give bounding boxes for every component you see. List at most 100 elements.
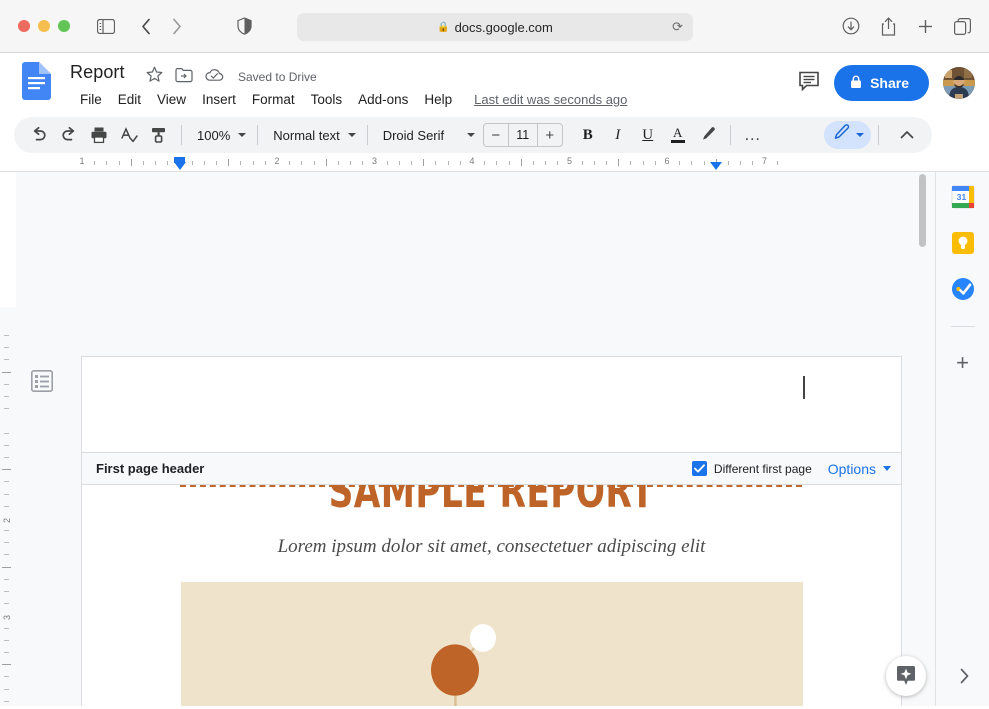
reload-icon[interactable]: ⟳ — [672, 19, 683, 35]
font-size-stepper: − 11 + — [483, 123, 563, 147]
font-size-input[interactable]: 11 — [508, 124, 538, 146]
maximize-window-button[interactable] — [58, 20, 70, 32]
comment-history-icon[interactable] — [798, 70, 820, 97]
page-header-region[interactable] — [82, 357, 901, 452]
bold-button[interactable]: B — [575, 122, 601, 148]
ruler-number: 5 — [567, 156, 572, 166]
ruler-tick — [594, 161, 595, 165]
zoom-level-value: 100% — [197, 128, 230, 143]
forward-chevron-icon[interactable] — [163, 13, 189, 39]
report-subtitle: Lorem ipsum dolor sit amet, consectetuer… — [82, 536, 901, 558]
italic-button[interactable]: I — [605, 122, 631, 148]
google-docs-logo[interactable] — [22, 62, 51, 100]
explore-sparkle-icon[interactable] — [886, 656, 926, 696]
google-keep-icon[interactable] — [951, 231, 975, 255]
back-chevron-icon[interactable] — [133, 13, 159, 39]
editing-mode-button[interactable] — [824, 121, 871, 149]
left-indent-marker[interactable] — [174, 162, 186, 170]
document-scrollbar[interactable] — [918, 172, 927, 706]
menu-format[interactable]: Format — [244, 89, 303, 110]
get-add-ons-button[interactable]: + — [956, 352, 969, 374]
ruler-tick — [728, 161, 729, 165]
highlight-pen-icon[interactable] — [695, 122, 721, 148]
downloads-icon[interactable] — [838, 13, 864, 39]
molecule-illustration[interactable] — [181, 582, 803, 706]
ruler-tick — [399, 161, 400, 165]
ruler-tick — [94, 161, 95, 165]
scrollbar-thumb[interactable] — [919, 174, 926, 247]
ruler-tick — [423, 159, 424, 166]
print-icon[interactable] — [86, 122, 112, 148]
redo-icon[interactable] — [56, 122, 82, 148]
paragraph-style-dropdown[interactable]: Normal text — [265, 122, 359, 148]
menu-insert[interactable]: Insert — [194, 89, 244, 110]
browser-actions — [838, 13, 975, 39]
ruler-tick — [435, 161, 436, 165]
different-first-page-checkbox[interactable]: Different first page — [692, 461, 812, 476]
svg-text:31: 31 — [956, 192, 966, 202]
sidebar-toggle-icon[interactable] — [93, 13, 119, 39]
undo-icon[interactable] — [26, 122, 52, 148]
horizontal-ruler[interactable]: 11234567 — [0, 153, 989, 172]
star-icon[interactable] — [146, 66, 163, 88]
spellcheck-icon[interactable] — [116, 122, 142, 148]
vertical-ruler-tick — [4, 628, 9, 629]
share-button[interactable]: Share — [834, 65, 929, 101]
cloud-saved-icon — [205, 68, 224, 87]
share-icon[interactable] — [875, 13, 901, 39]
ruler-number: 1 — [79, 156, 84, 166]
vertical-ruler-number: 3 — [2, 615, 12, 620]
collapse-toolbar-chevron-icon[interactable] — [894, 122, 920, 148]
document-page[interactable]: First page header Different first page O… — [82, 357, 901, 706]
more-options-button[interactable]: … — [740, 122, 766, 148]
ruler-tick — [643, 161, 644, 165]
last-edit-link[interactable]: Last edit was seconds ago — [474, 92, 627, 107]
more-options-label: … — [744, 130, 762, 140]
right-indent-marker[interactable] — [710, 162, 722, 170]
minimize-window-button[interactable] — [38, 20, 50, 32]
close-window-button[interactable] — [18, 20, 30, 32]
header-toolbar-actions: Different first page Options — [692, 461, 891, 477]
google-calendar-icon[interactable]: 31 — [951, 185, 975, 209]
ruler-tick — [204, 161, 205, 165]
new-tab-icon[interactable] — [912, 13, 938, 39]
window-traffic-lights — [18, 20, 70, 32]
page-title[interactable]: Report — [70, 62, 125, 83]
privacy-shield-icon[interactable] — [231, 13, 257, 39]
toolbar-divider — [878, 125, 879, 145]
font-family-dropdown[interactable]: Droid Serif — [375, 122, 479, 148]
ruler-number: 4 — [469, 156, 474, 166]
increase-font-size-button[interactable]: + — [538, 124, 562, 146]
menu-tools[interactable]: Tools — [303, 89, 351, 110]
menu-help[interactable]: Help — [416, 89, 460, 110]
expand-panel-chevron-icon[interactable] — [958, 668, 971, 688]
menu-edit[interactable]: Edit — [110, 89, 149, 110]
menu-file[interactable]: File — [72, 89, 110, 110]
ruler-tick — [216, 161, 217, 165]
document-body[interactable]: SAMPLE REPORT Lorem ipsum dolor sit amet… — [82, 485, 901, 706]
avatar[interactable] — [943, 67, 975, 99]
google-tasks-icon[interactable] — [951, 277, 975, 301]
lock-icon: 🔒 — [437, 22, 449, 33]
move-to-folder-icon[interactable] — [175, 67, 193, 88]
text-color-label: A — [673, 127, 682, 139]
menu-add-ons[interactable]: Add-ons — [350, 89, 416, 110]
tab-overview-icon[interactable] — [949, 13, 975, 39]
underline-button[interactable]: U — [635, 122, 661, 148]
first-line-indent-marker[interactable] — [174, 157, 185, 163]
header-section-label: First page header — [96, 461, 204, 476]
zoom-level-dropdown[interactable]: 100% — [189, 122, 250, 148]
header-options-button[interactable]: Options — [828, 461, 891, 477]
ruler-tick — [228, 159, 229, 166]
document-outline-icon[interactable] — [31, 370, 53, 392]
text-color-button[interactable]: A — [665, 122, 691, 148]
ruler-tick — [460, 161, 461, 165]
decrease-font-size-button[interactable]: − — [484, 124, 508, 146]
vertical-ruler-tick — [4, 481, 9, 482]
paint-format-icon[interactable] — [146, 122, 172, 148]
vertical-ruler-tick — [4, 359, 9, 360]
toolbar-divider — [367, 125, 368, 145]
address-bar[interactable]: 🔒 docs.google.com ⟳ — [297, 13, 693, 41]
vertical-ruler[interactable]: 23 — [0, 172, 16, 706]
menu-view[interactable]: View — [149, 89, 194, 110]
